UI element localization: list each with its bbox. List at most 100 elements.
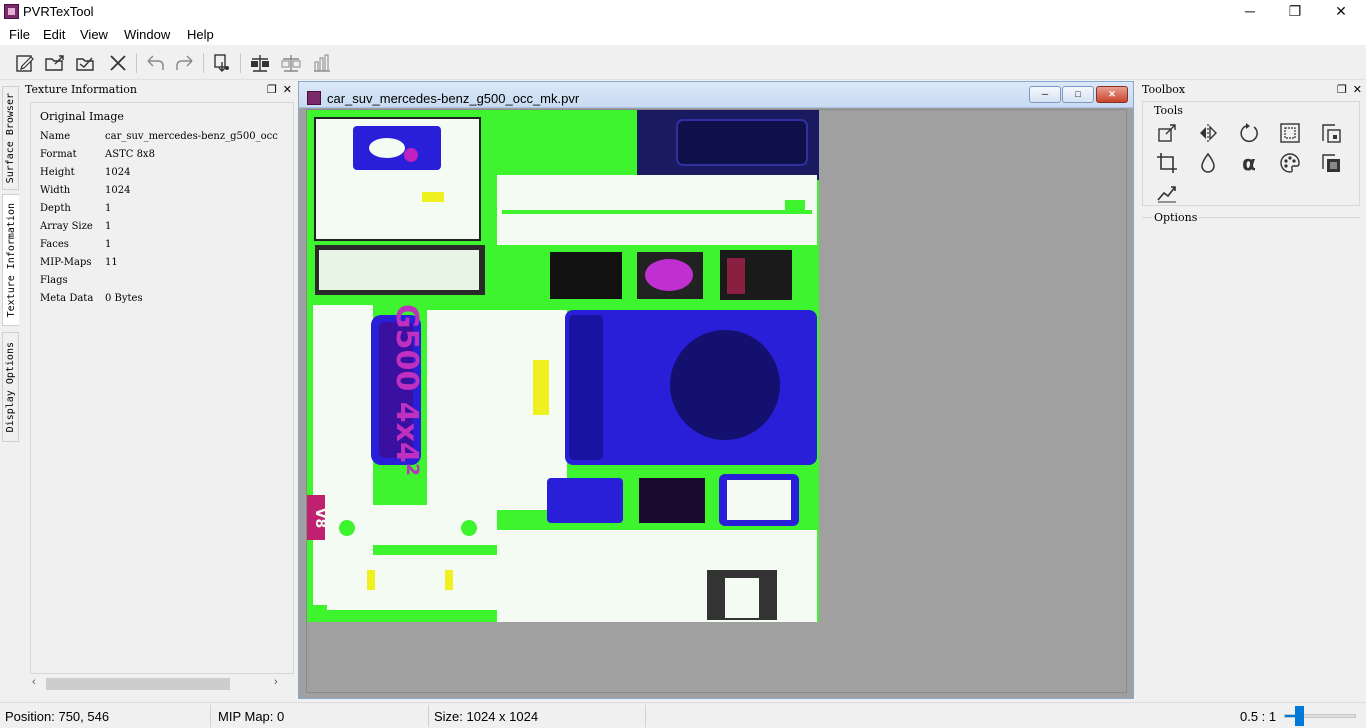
toolbox-close-icon[interactable]: ✕ [1353,84,1362,96]
zoom-slider-handle[interactable] [1295,706,1304,726]
panel-title: Texture Information [25,83,137,96]
info-key: Name [40,131,71,142]
info-row: Name car_suv_mercedes-benz_g500_occ [40,131,278,142]
info-key: MIP-Maps [40,257,92,268]
info-value: 1 [105,203,112,214]
texture-information-panel: Texture Information ❐ ✕ Original Image Na… [20,81,296,699]
info-row: Format ASTC 8x8 [40,149,155,160]
tab-texture-information[interactable]: Texture Information [2,194,19,326]
scroll-left-icon[interactable]: ‹ [32,676,36,688]
texture-info-content: Original Image Name car_suv_mercedes-benz… [30,102,294,674]
menu-file[interactable]: File [9,27,30,42]
normal-map-icon[interactable] [1155,181,1179,205]
flip-icon[interactable] [1196,121,1220,145]
document-title-bar[interactable]: car_suv_mercedes-benz_g500_occ_mk.pvr ─ … [299,82,1133,108]
title-bar: PVRTexTool ─ ❐ ✕ [0,0,1366,23]
channel-copy-icon[interactable] [1319,121,1343,145]
info-row: MIP-Maps 11 [40,257,118,268]
status-bar: Position: 750, 546 MIP Map: 0 Size: 1024… [0,702,1366,728]
undo-icon[interactable] [143,51,167,75]
badge-model-text: G500 4x4² [389,304,424,476]
panel-close-icon[interactable]: ✕ [283,84,292,96]
scrollbar-thumb[interactable] [46,678,230,690]
toolbar-separator [240,53,241,73]
info-key: Array Size [40,221,93,232]
info-key: Height [40,167,75,178]
doc-restore-button[interactable]: □ [1062,86,1094,103]
open-folder-icon[interactable] [74,51,98,75]
encode-icon[interactable] [210,51,234,75]
document-icon [307,91,321,105]
histogram-icon[interactable] [310,51,334,75]
border-icon[interactable] [1278,121,1302,145]
texture-image[interactable]: G500 4x4² V8 [307,110,819,622]
left-dock-tabs: Surface Browser Texture Information Disp… [0,82,20,702]
document-window[interactable]: car_suv_mercedes-benz_g500_occ_mk.pvr ─ … [298,81,1134,699]
zoom-slider[interactable] [1284,706,1356,726]
status-separator [428,705,429,727]
doc-close-button[interactable]: ✕ [1096,86,1128,103]
mip-map-level: MIP Map: 0 [218,709,285,724]
horizontal-scrollbar[interactable]: ‹ › [20,675,296,692]
status-separator [645,705,646,727]
restore-button[interactable]: ❐ [1272,0,1318,23]
texture-render: G500 4x4² V8 [307,110,819,622]
info-row: Faces 1 [40,239,111,250]
toolbar-separator [136,53,137,73]
info-key: Format [40,149,77,160]
texture-size: Size: 1024 x 1024 [434,709,539,724]
main-toolbar [0,45,1366,80]
redo-icon[interactable] [173,51,197,75]
tab-surface-browser[interactable]: Surface Browser [2,86,19,190]
info-row: Array Size 1 [40,221,111,232]
info-value: 1024 [105,185,131,196]
menu-help[interactable]: Help [187,27,214,42]
info-key: Flags [40,275,68,286]
cursor-position: Position: 750, 546 [5,709,110,724]
open-icon[interactable] [43,51,67,75]
info-row: Flags [40,275,105,286]
tab-display-options[interactable]: Display Options [2,332,19,442]
minimize-button[interactable]: ─ [1227,0,1273,23]
doc-minimize-button[interactable]: ─ [1029,86,1061,103]
texture-canvas[interactable]: G500 4x4² V8 [306,109,1127,693]
status-separator [210,705,211,727]
panel-controls: ❐ ✕ [261,83,292,96]
info-key: Width [40,185,71,196]
menu-view[interactable]: View [80,27,108,42]
color-drop-icon[interactable] [1196,151,1220,175]
toolbox-controls: ❐ ✕ [1331,83,1362,96]
alpha-icon[interactable]: α [1237,151,1261,175]
menu-window[interactable]: Window [124,27,170,42]
compare-alt-icon[interactable] [279,51,303,75]
compare-icon[interactable] [248,51,272,75]
info-value: 11 [105,257,118,268]
info-value: ASTC 8x8 [105,149,155,160]
undock-icon[interactable]: ❐ [267,84,277,96]
toolbox-panel: Toolbox ❐ ✕ Tools α Options [1137,81,1366,699]
toolbox-undock-icon[interactable]: ❐ [1337,84,1347,96]
rotate-icon[interactable] [1237,121,1261,145]
group-original-image: Original Image [40,110,124,123]
info-value: car_suv_mercedes-benz_g500_occ [105,131,278,142]
badge-v8-text: V8 [312,508,328,529]
svg-text:α: α [1242,152,1256,174]
document-title: car_suv_mercedes-benz_g500_occ_mk.pvr [327,91,580,106]
info-row: Depth 1 [40,203,111,214]
new-icon[interactable] [13,51,37,75]
info-value: 1 [105,239,112,250]
menu-bar: File Edit View Window Help [0,23,1366,45]
scroll-right-icon[interactable]: › [274,676,278,688]
info-row: Meta Data 0 Bytes [40,293,143,304]
zoom-level: 0.5 : 1 [1240,709,1277,724]
app-icon [4,4,19,19]
info-key: Depth [40,203,71,214]
info-value: 1024 [105,167,131,178]
close-icon[interactable] [106,51,130,75]
crop-icon[interactable] [1155,151,1179,175]
menu-edit[interactable]: Edit [43,27,65,42]
resize-icon[interactable] [1155,121,1179,145]
palette-icon[interactable] [1278,151,1302,175]
close-window-button[interactable]: ✕ [1318,0,1364,23]
layer-icon[interactable] [1319,151,1343,175]
